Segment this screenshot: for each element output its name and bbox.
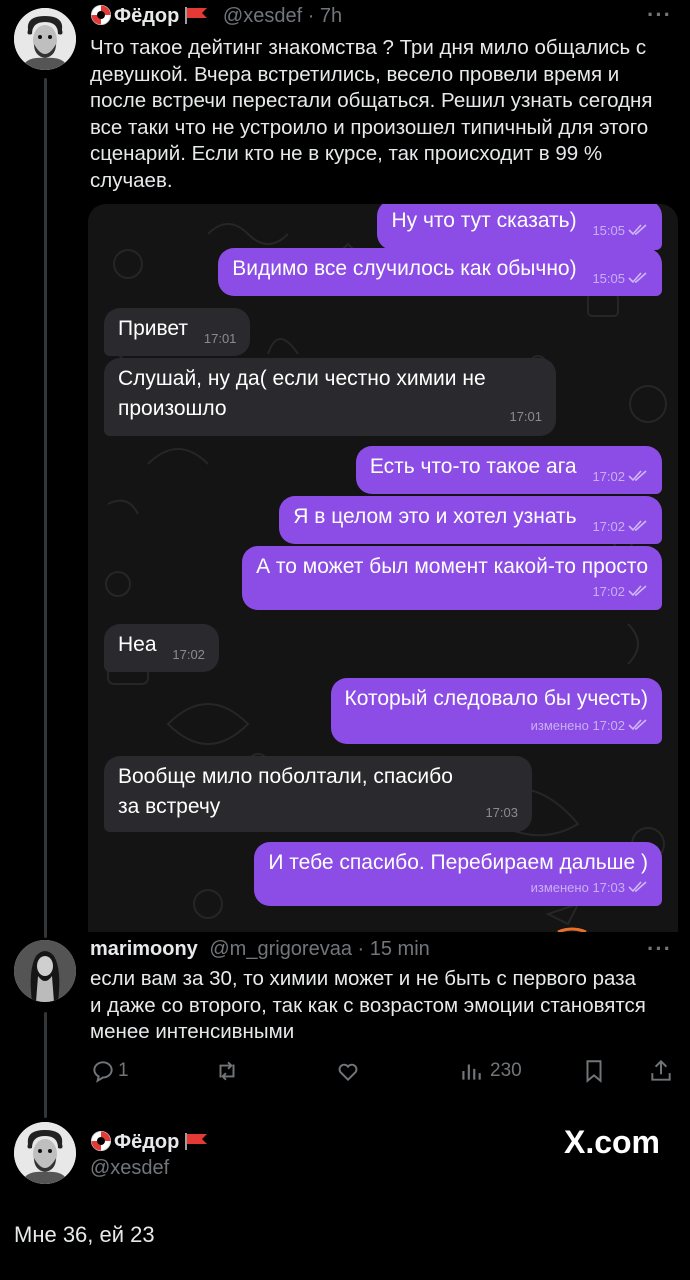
share-icon xyxy=(651,1059,671,1081)
footer-author-handle[interactable]: @xesdef xyxy=(90,1157,169,1180)
chat-message-outgoing[interactable]: Который следовало бы учесть) изменено 17… xyxy=(330,678,662,744)
reply-action-bar: 1 230 xyxy=(0,1058,690,1088)
chat-message-outgoing[interactable]: И тебе спасибо. Перебираем дальше ) изме… xyxy=(254,842,662,906)
double-check-icon xyxy=(628,585,647,597)
chat-message-incoming[interactable]: Слушай, ну да( если честно химии не прои… xyxy=(104,358,556,436)
message-text: Видимо все случилось как обычно) xyxy=(232,257,577,280)
reply-author-avatar[interactable] xyxy=(14,940,76,1002)
message-edited-label: изменено xyxy=(530,880,589,895)
like-button[interactable] xyxy=(335,1058,367,1084)
reply-count: 1 xyxy=(118,1060,129,1081)
reply-button[interactable]: 1 xyxy=(90,1058,129,1084)
chat-message-outgoing[interactable]: Ну что тут сказать) 15:05 xyxy=(377,204,662,250)
message-text: Есть что-то такое ага xyxy=(369,455,577,478)
chat-message-outgoing[interactable]: Видимо все случилось как обычно) 15:05 xyxy=(218,248,662,296)
footer-author-name[interactable]: Фёдор xyxy=(114,1131,179,1153)
x-brand-logo: X.com xyxy=(563,1124,660,1160)
chat-message-incoming[interactable]: Вообще мило поболтали, спасибо за встреч… xyxy=(104,756,532,832)
reply-more-dots-icon[interactable]: ··· xyxy=(647,936,672,962)
reply-author-handle[interactable]: @m_grigorevaa xyxy=(209,938,352,960)
message-time: 17:01 xyxy=(203,331,237,346)
message-meta: изменено 17:03 xyxy=(531,873,648,903)
tweet-time[interactable]: 7h xyxy=(320,5,342,27)
views-button[interactable]: 230 xyxy=(458,1058,522,1084)
tweet-text: Что такое дейтинг знакомства ? Три дня м… xyxy=(90,36,653,192)
double-check-icon xyxy=(628,272,647,284)
message-time: 17:02 xyxy=(592,584,625,599)
footer-author-name-row: Фёдор xyxy=(90,1130,209,1154)
message-time: 17:02 xyxy=(592,718,625,733)
lifebuoy-icon xyxy=(91,5,111,25)
message-time: 17:03 xyxy=(592,880,625,895)
message-text: Ну что тут сказать) xyxy=(391,209,577,232)
message-text: Вообще мило поболтали, спасибо за встреч… xyxy=(118,765,453,818)
tweet-header: Фёдор @xesdef · 7h xyxy=(90,4,342,28)
chat-screenshot[interactable]: Ну что тут сказать) 15:05 Видимо все слу… xyxy=(88,204,678,932)
repost-icon xyxy=(219,1061,235,1081)
message-time: 17:02 xyxy=(592,469,625,484)
double-check-icon xyxy=(628,719,647,731)
double-check-icon xyxy=(628,224,647,236)
separator-dot: · xyxy=(351,938,370,960)
message-time: 17:03 xyxy=(485,805,518,820)
chat-message-outgoing[interactable]: Я в целом это и хотел узнать 17:02 xyxy=(279,496,662,544)
footer-author-avatar[interactable] xyxy=(14,1122,76,1184)
heart-icon xyxy=(338,1063,358,1082)
chat-message-incoming[interactable]: Привет 17:01 xyxy=(104,308,251,356)
views-chart-icon xyxy=(462,1064,481,1080)
reply-author-name[interactable]: marimoony xyxy=(90,938,198,960)
comment-icon xyxy=(93,1061,113,1083)
reply-header: marimoony @m_grigorevaa · 15 min xyxy=(90,938,430,961)
message-text: Который следовало бы учесть) xyxy=(344,687,649,710)
message-text: Слушай, ну да( если честно химии не прои… xyxy=(118,367,486,420)
message-text: И тебе спасибо. Перебираем дальше ) xyxy=(268,851,648,874)
message-meta: 17:02 xyxy=(592,512,648,542)
chat-message-outgoing[interactable]: Есть что-то такое ага 17:02 xyxy=(355,446,662,494)
message-text: Неа xyxy=(118,633,157,656)
double-check-icon xyxy=(628,470,647,482)
message-time: 17:02 xyxy=(172,647,205,662)
message-time: 17:01 xyxy=(509,409,542,424)
message-text: А то может был момент какой-то просто xyxy=(256,555,648,578)
bookmark-icon xyxy=(586,1060,602,1083)
lifebuoy-icon xyxy=(91,1131,111,1151)
chat-message-incoming[interactable]: Неа 17:02 xyxy=(104,624,219,672)
message-meta: 17:02 xyxy=(592,577,648,607)
red-flag-icon xyxy=(185,1133,208,1150)
double-check-icon xyxy=(628,520,647,532)
message-time: 15:05 xyxy=(592,223,625,238)
reply-time[interactable]: 15 min xyxy=(370,938,430,960)
bookmark-button[interactable] xyxy=(581,1058,607,1084)
author-handle[interactable]: @xesdef xyxy=(223,5,302,27)
message-text: Я в целом это и хотел узнать xyxy=(293,505,577,528)
red-flag-icon xyxy=(185,7,208,24)
message-edited-label: изменено xyxy=(530,718,589,733)
author-name[interactable]: Фёдор xyxy=(114,5,179,27)
double-check-icon xyxy=(628,881,647,893)
author-avatar[interactable] xyxy=(14,8,76,70)
message-meta: 15:05 xyxy=(592,264,648,294)
more-dots-icon[interactable]: ··· xyxy=(647,2,672,28)
message-time: 15:05 xyxy=(592,271,625,286)
message-meta: изменено 17:02 xyxy=(531,711,648,741)
chat-message-outgoing[interactable]: А то может был момент какой-то просто 17… xyxy=(242,546,662,610)
message-meta: 17:02 xyxy=(592,462,648,492)
reply-text: если вам за 30, то химии может и не быть… xyxy=(90,967,646,1043)
message-meta: 15:05 xyxy=(592,216,648,246)
thread-line-top xyxy=(44,78,47,938)
message-time: 17:02 xyxy=(592,519,625,534)
views-count: 230 xyxy=(490,1060,522,1081)
footer-tweet-text: Мне 36, ей 23 xyxy=(14,1222,155,1247)
share-button[interactable] xyxy=(648,1058,674,1084)
message-text: Привет xyxy=(118,317,189,340)
repost-button[interactable] xyxy=(214,1058,246,1084)
separator-dot: · xyxy=(307,5,320,27)
screenshot-page: Фёдор @xesdef · 7h ··· Что такое дейтинг… xyxy=(0,0,690,1280)
